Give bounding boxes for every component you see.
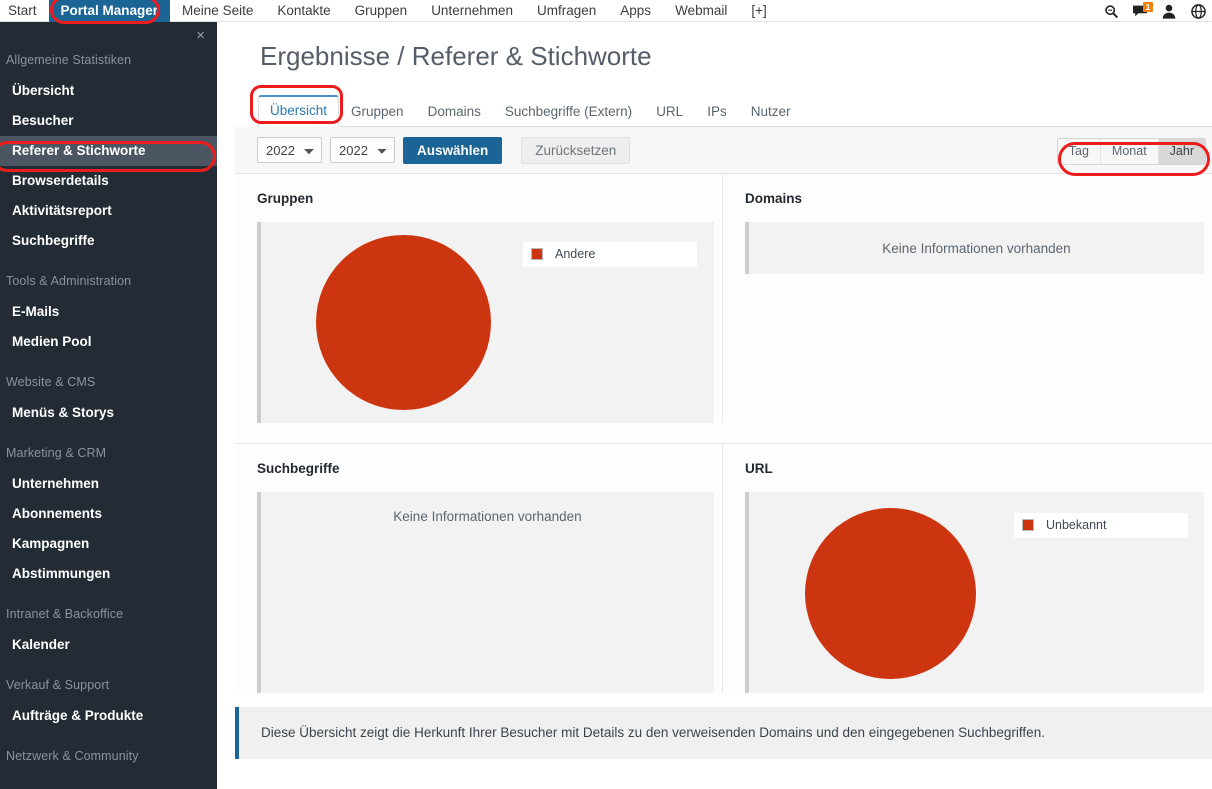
tab-gruppen[interactable]: Gruppen [339,97,416,127]
nav-item-add-more[interactable]: [+] [739,0,778,22]
panel-gruppen: Gruppen Andere [235,174,723,423]
nav-item-meine-seite[interactable]: Meine Seite [170,0,265,22]
statistics-grid-bottom: Suchbegriffe Keine Informationen vorhand… [235,444,1212,693]
grid-row-bottom: Suchbegriffe Keine Informationen vorhand… [235,444,1212,693]
sidebar-item-uebersicht[interactable]: Übersicht [0,76,217,106]
nav-item-portal-manager[interactable]: Portal Manager [48,0,171,22]
sidebar-item-kalender[interactable]: Kalender [0,630,217,660]
sidebar-group-website-cms: Website & CMS [6,375,96,389]
user-icon[interactable] [1161,3,1177,19]
grid-row-top: Gruppen Andere Domains Keine Information… [235,174,1212,423]
apply-selection-button[interactable]: Auswählen [403,136,503,164]
sidebar-item-e-mails[interactable]: E-Mails [0,297,217,327]
sidebar-item-aktivitaetsreport[interactable]: Aktivitätsreport [0,196,217,226]
sidebar-menu: Allgemeine Statistiken Übersicht Besuche… [0,22,217,764]
sidebar-group-verkauf-support: Verkauf & Support [6,678,110,692]
pie-chart-url[interactable] [805,508,976,679]
nav-item-unternehmen[interactable]: Unternehmen [419,0,525,22]
nav-item-apps[interactable]: Apps [608,0,663,22]
nav-item-kontakte[interactable]: Kontakte [265,0,342,22]
chart-area-domains: Keine Informationen vorhanden [745,222,1204,274]
nav-item-start[interactable]: Start [0,0,49,22]
reset-button[interactable]: Zurücksetzen [521,136,631,164]
pie-chart-gruppen[interactable] [316,235,491,410]
sidebar-item-menues-storys[interactable]: Menüs & Storys [0,398,217,428]
sidebar-group-netzwerk-community: Netzwerk & Community [6,749,139,763]
sidebar-item-abstimmungen[interactable]: Abstimmungen [0,559,217,589]
nav-item-umfragen[interactable]: Umfragen [525,0,608,22]
tab-ips[interactable]: IPs [695,97,739,127]
sidebar-item-suchbegriffe[interactable]: Suchbegriffe [0,226,217,256]
sidebar-item-medien-pool[interactable]: Medien Pool [0,327,217,357]
sidebar-group-intranet-backoffice: Intranet & Backoffice [6,607,124,621]
panel-domains: Domains Keine Informationen vorhanden [723,174,1212,423]
main-content: Ergebnisse / Referer & Stichworte Übersi… [217,22,1212,789]
tab-bar: Übersicht Gruppen Domains Suchbegriffe (… [257,95,1212,127]
tab-uebersicht[interactable]: Übersicht [258,95,340,127]
top-nav-items: Start Portal Manager Meine Seite Kontakt… [0,0,779,22]
statistics-grid: Gruppen Andere Domains Keine Information… [235,174,1212,443]
filter-toolbar: 2022 2022 Auswählen Zurücksetzen Tag Mon… [235,127,1212,174]
sidebar: × Allgemeine Statistiken Übersicht Besuc… [0,22,217,789]
messages-badge: 1 [1143,2,1153,12]
period-tag-button[interactable]: Tag [1057,139,1100,164]
chart-area-gruppen: Andere [257,222,714,423]
panel-title-gruppen: Gruppen [257,191,314,206]
nav-item-webmail[interactable]: Webmail [663,0,739,22]
filter-controls: 2022 2022 Auswählen Zurücksetzen [235,136,631,164]
legend-label-unbekannt: Unbekannt [1046,518,1107,532]
tab-url[interactable]: URL [644,97,695,127]
info-alert: Diese Übersicht zeigt die Herkunft Ihrer… [235,707,1212,759]
chart-area-suchbegriffe: Keine Informationen vorhanden [257,492,714,693]
messages-icon[interactable]: 1 [1132,2,1153,19]
tab-domains[interactable]: Domains [416,97,493,127]
panel-suchbegriffe: Suchbegriffe Keine Informationen vorhand… [235,444,723,693]
sidebar-item-kampagnen[interactable]: Kampagnen [0,529,217,559]
year-to-select[interactable]: 2022 [330,137,395,163]
sidebar-item-browserdetails[interactable]: Browserdetails [0,166,217,196]
legend-swatch-andere [531,248,543,260]
sidebar-group-allgemeine-statistiken: Allgemeine Statistiken [6,53,132,67]
tab-nutzer[interactable]: Nutzer [739,97,803,127]
period-monat-button[interactable]: Monat [1099,139,1158,164]
top-nav-icons: 1 [1103,0,1206,22]
sidebar-item-abonnements[interactable]: Abonnements [0,499,217,529]
top-navigation-bar: Start Portal Manager Meine Seite Kontakt… [0,0,1212,22]
nav-item-gruppen[interactable]: Gruppen [343,0,420,22]
empty-message-domains: Keine Informationen vorhanden [882,240,1071,256]
legend-swatch-unbekannt [1022,519,1034,531]
search-icon[interactable] [1103,3,1119,19]
close-icon[interactable]: × [196,28,205,43]
panel-title-suchbegriffe: Suchbegriffe [257,461,340,476]
period-segmented-control: Tag Monat Jahr [1056,138,1206,165]
sidebar-item-besucher[interactable]: Besucher [0,106,217,136]
chart-legend-url: Unbekannt [1014,513,1188,538]
empty-message-suchbegriffe: Keine Informationen vorhanden [393,509,582,524]
panel-title-domains: Domains [745,191,803,206]
legend-label-andere: Andere [555,247,596,261]
sidebar-item-referer-stichworte[interactable]: Referer & Stichworte [0,136,217,166]
page-title: Ergebnisse / Referer & Stichworte [260,41,652,71]
panel-url: URL Unbekannt [723,444,1212,693]
tab-suchbegriffe-extern[interactable]: Suchbegriffe (Extern) [493,97,644,127]
globe-icon[interactable] [1190,3,1206,19]
sidebar-item-auftraege-produkte[interactable]: Aufträge & Produkte [0,701,217,731]
period-jahr-button[interactable]: Jahr [1157,139,1205,164]
chart-area-url: Unbekannt [745,492,1204,693]
sidebar-item-unternehmen[interactable]: Unternehmen [0,469,217,499]
grid-row-spacer [235,423,1212,443]
sidebar-group-marketing-crm: Marketing & CRM [6,446,107,460]
sidebar-group-tools-administration: Tools & Administration [6,274,132,288]
chart-legend-gruppen: Andere [523,242,697,267]
year-from-select[interactable]: 2022 [257,137,322,163]
panel-title-url: URL [745,461,773,476]
